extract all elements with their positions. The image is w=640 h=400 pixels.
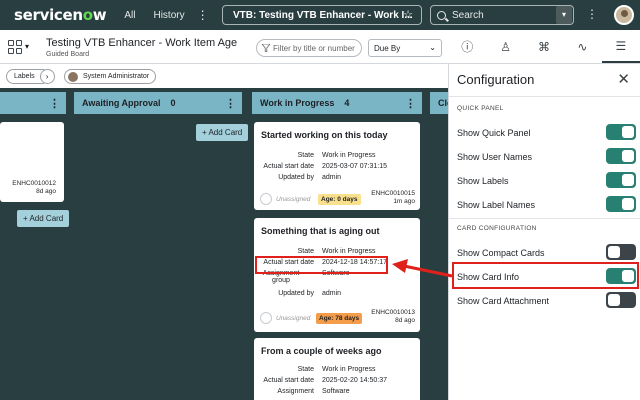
annotation-arrow [392,259,453,278]
